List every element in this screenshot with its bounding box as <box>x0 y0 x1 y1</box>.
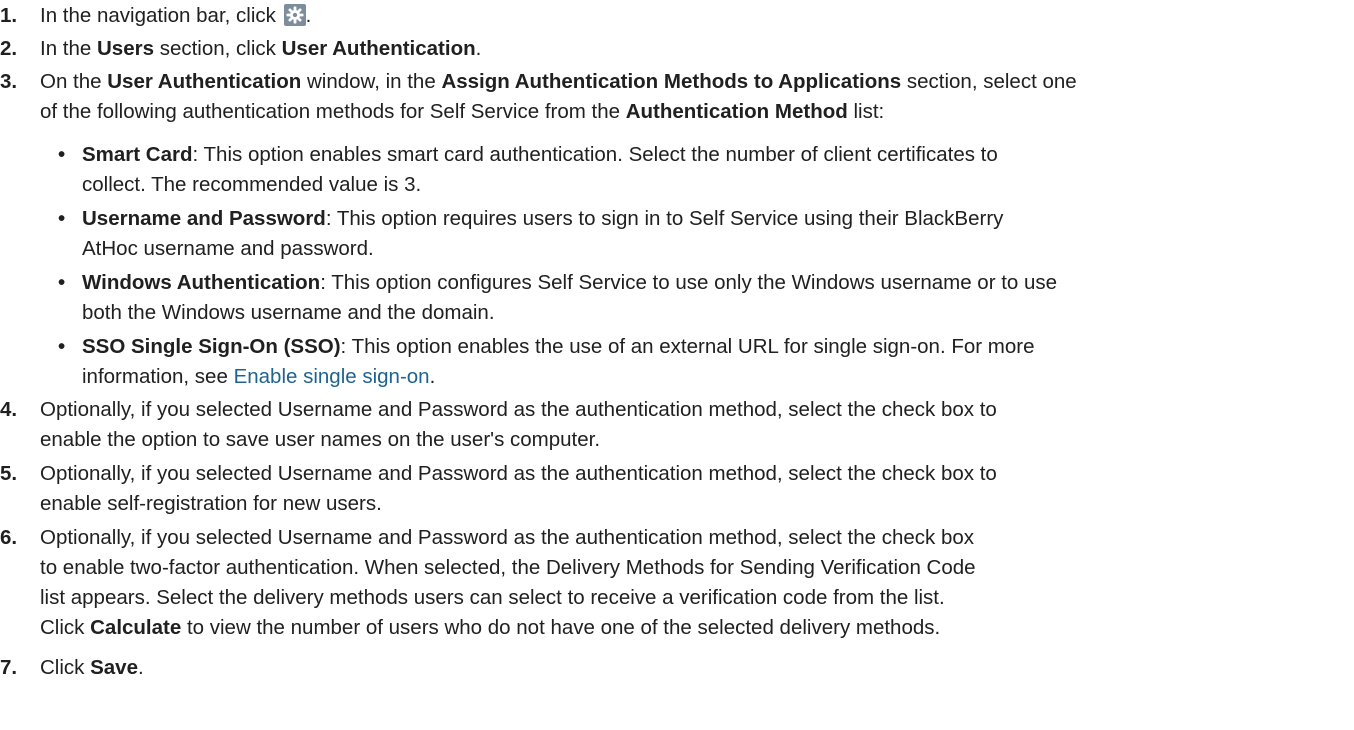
step-number: 2. <box>0 37 18 60</box>
ui-term: Smart Card <box>82 143 193 166</box>
enable-sso-link[interactable]: Enable single sign-on <box>234 365 430 388</box>
ui-term: User Authentication <box>107 70 302 93</box>
bullet-marker: • <box>58 335 66 358</box>
bullet-marker: • <box>58 207 66 230</box>
step-text: Click Save. <box>40 656 144 679</box>
ui-term: Users <box>97 37 154 60</box>
ui-term: SSO Single Sign-On (SSO) <box>82 335 341 358</box>
step-text: Optionally, if you selected Username and… <box>40 526 976 639</box>
ui-term: Assign Authentication Methods to Applica… <box>441 70 902 93</box>
step-number: 5. <box>0 462 18 485</box>
gear-icon <box>283 4 306 26</box>
ui-term: Save <box>90 656 138 679</box>
step-number: 7. <box>0 656 18 679</box>
ui-term: Authentication Method <box>625 100 848 123</box>
step-text: Optionally, if you selected Username and… <box>40 398 997 451</box>
document: 1. In the navigation bar, click . 2. In … <box>0 0 1354 730</box>
step-number: 1. <box>0 4 18 27</box>
step-text: In the Users section, click User Authent… <box>40 37 482 60</box>
step-text: On the User Authentication window, in th… <box>40 70 1077 123</box>
step-text: Optionally, if you selected Username and… <box>40 462 997 515</box>
ui-term: User Authentication <box>281 37 476 60</box>
ui-term: Username and Password <box>82 207 326 230</box>
step-text: In the navigation bar, click . <box>40 4 312 27</box>
step-number: 4. <box>0 398 18 421</box>
bullet-marker: • <box>58 271 66 294</box>
ui-term: Calculate <box>90 616 182 639</box>
step-number: 6. <box>0 526 18 549</box>
step-number: 3. <box>0 70 18 93</box>
bullet-marker: • <box>58 143 66 166</box>
ui-term: Windows Authentication <box>82 271 321 294</box>
